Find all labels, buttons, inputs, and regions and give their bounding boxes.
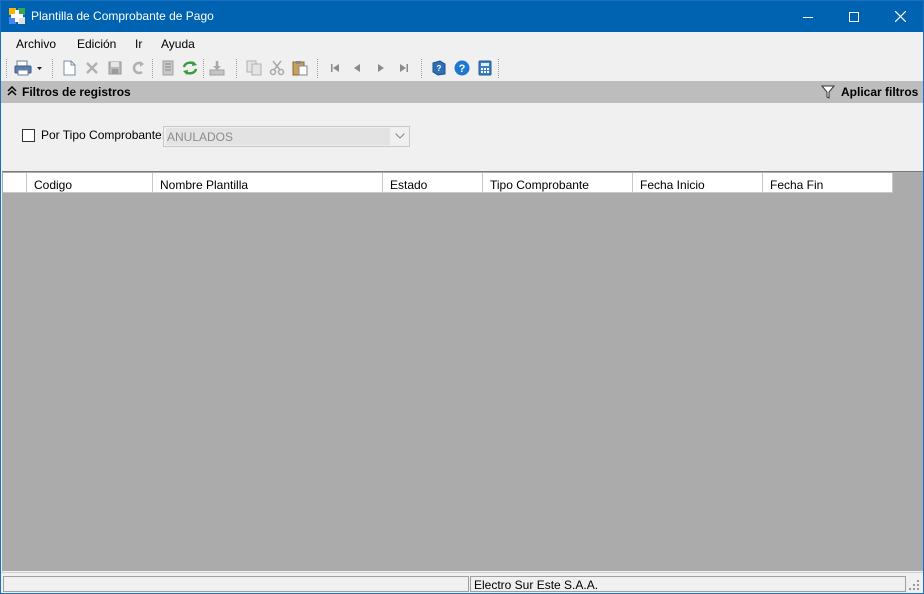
- window-title: Plantilla de Comprobante de Pago: [31, 9, 214, 23]
- filter-title: Filtros de registros: [22, 85, 131, 99]
- import-button[interactable]: [208, 59, 226, 77]
- refresh-button[interactable]: [181, 59, 199, 77]
- calculator-icon: [478, 60, 492, 76]
- filter-header[interactable]: Filtros de registros Aplicar filtros: [1, 81, 923, 103]
- svg-text:?: ?: [437, 64, 442, 73]
- menu-edicion[interactable]: Edición: [77, 37, 116, 51]
- app-window: Plantilla de Comprobante de Pago Archivo…: [0, 0, 924, 594]
- column-header-estado[interactable]: Estado: [383, 173, 483, 193]
- filter-panel: Por Tipo Comprobante: ANULADOS: [1, 103, 923, 171]
- toolbar-separator: [52, 59, 53, 78]
- new-icon: [63, 60, 76, 76]
- toolbar-separator: [152, 59, 153, 78]
- menu-ayuda[interactable]: Ayuda: [161, 37, 195, 51]
- title-bar[interactable]: Plantilla de Comprobante de Pago: [1, 1, 923, 32]
- status-panel-left: [3, 576, 469, 592]
- next-icon: [378, 64, 384, 72]
- tipo-comprobante-label[interactable]: Por Tipo Comprobante:: [41, 128, 165, 142]
- toolbar-separator: [317, 59, 318, 78]
- apply-filters-button[interactable]: Aplicar filtros: [819, 83, 919, 101]
- menu-bar: Archivo Edición Ir Ayuda: [1, 32, 923, 56]
- copy-button[interactable]: [245, 59, 263, 77]
- filter-funnel-icon: [821, 85, 835, 99]
- data-grid[interactable]: Codigo Nombre Plantilla Estado Tipo Comp…: [2, 171, 923, 571]
- tipo-comprobante-select[interactable]: ANULADOS: [163, 126, 410, 147]
- print-button[interactable]: [14, 59, 44, 77]
- delete-button[interactable]: [83, 59, 101, 77]
- paste-icon: [292, 61, 308, 76]
- help-icon: ?: [454, 60, 470, 76]
- minimize-button[interactable]: [785, 1, 831, 32]
- calculator-button[interactable]: [476, 59, 494, 77]
- toolbar-separator: [421, 59, 422, 78]
- last-icon: [400, 64, 408, 72]
- apply-filters-label: Aplicar filtros: [841, 85, 919, 99]
- row-header-corner[interactable]: [3, 173, 27, 193]
- column-header-fecha-fin[interactable]: Fecha Fin: [763, 173, 893, 193]
- refresh-icon: [182, 61, 198, 75]
- last-record-button[interactable]: [395, 59, 413, 77]
- manual-button[interactable]: ?: [430, 59, 448, 77]
- tipo-comprobante-checkbox[interactable]: [22, 129, 35, 142]
- close-icon: [894, 11, 906, 22]
- undo-icon: [132, 61, 144, 75]
- delete-icon: [86, 62, 98, 74]
- column-header-tipo-comprobante[interactable]: Tipo Comprobante: [483, 173, 633, 193]
- resize-grip-icon[interactable]: [909, 580, 920, 591]
- collapse-chevron-icon[interactable]: [7, 86, 17, 96]
- menu-archivo[interactable]: Archivo: [16, 37, 56, 51]
- toolbar-separator: [236, 59, 237, 78]
- tipo-comprobante-value: ANULADOS: [166, 128, 390, 145]
- toolbar: ? ?: [1, 56, 923, 81]
- svg-text:?: ?: [459, 63, 466, 75]
- cut-button[interactable]: [268, 59, 286, 77]
- paste-button[interactable]: [291, 59, 309, 77]
- undo-button[interactable]: [129, 59, 147, 77]
- print-icon: [14, 60, 42, 76]
- print-preview-icon: [162, 60, 174, 76]
- copy-icon: [246, 60, 262, 76]
- toolbar-grip: [6, 59, 7, 78]
- toolbar-separator: [203, 59, 204, 78]
- help-button[interactable]: ?: [453, 59, 471, 77]
- maximize-icon: [849, 11, 859, 22]
- cut-icon: [269, 60, 285, 76]
- chevron-down-icon[interactable]: [395, 133, 405, 139]
- column-header-codigo[interactable]: Codigo: [27, 173, 153, 193]
- minimize-icon: [803, 16, 813, 18]
- save-icon: [108, 61, 122, 75]
- column-header-fecha-inicio[interactable]: Fecha Inicio: [633, 173, 763, 193]
- close-button[interactable]: [877, 1, 923, 32]
- app-icon: [9, 8, 25, 24]
- menu-ir[interactable]: Ir: [135, 37, 142, 51]
- first-icon: [331, 64, 339, 72]
- print-preview-button[interactable]: [159, 59, 177, 77]
- previous-icon: [354, 64, 360, 72]
- status-company: Electro Sur Este S.A.A.: [470, 576, 906, 592]
- save-button[interactable]: [106, 59, 124, 77]
- import-icon: [209, 61, 225, 76]
- first-record-button[interactable]: [326, 59, 344, 77]
- status-bar: Electro Sur Este S.A.A.: [1, 572, 923, 593]
- column-header-nombre-plantilla[interactable]: Nombre Plantilla: [153, 173, 383, 193]
- book-help-icon: ?: [432, 60, 446, 76]
- maximize-button[interactable]: [831, 1, 877, 32]
- toolbar-separator: [498, 59, 499, 78]
- next-record-button[interactable]: [372, 59, 390, 77]
- new-button[interactable]: [60, 59, 78, 77]
- previous-record-button[interactable]: [348, 59, 366, 77]
